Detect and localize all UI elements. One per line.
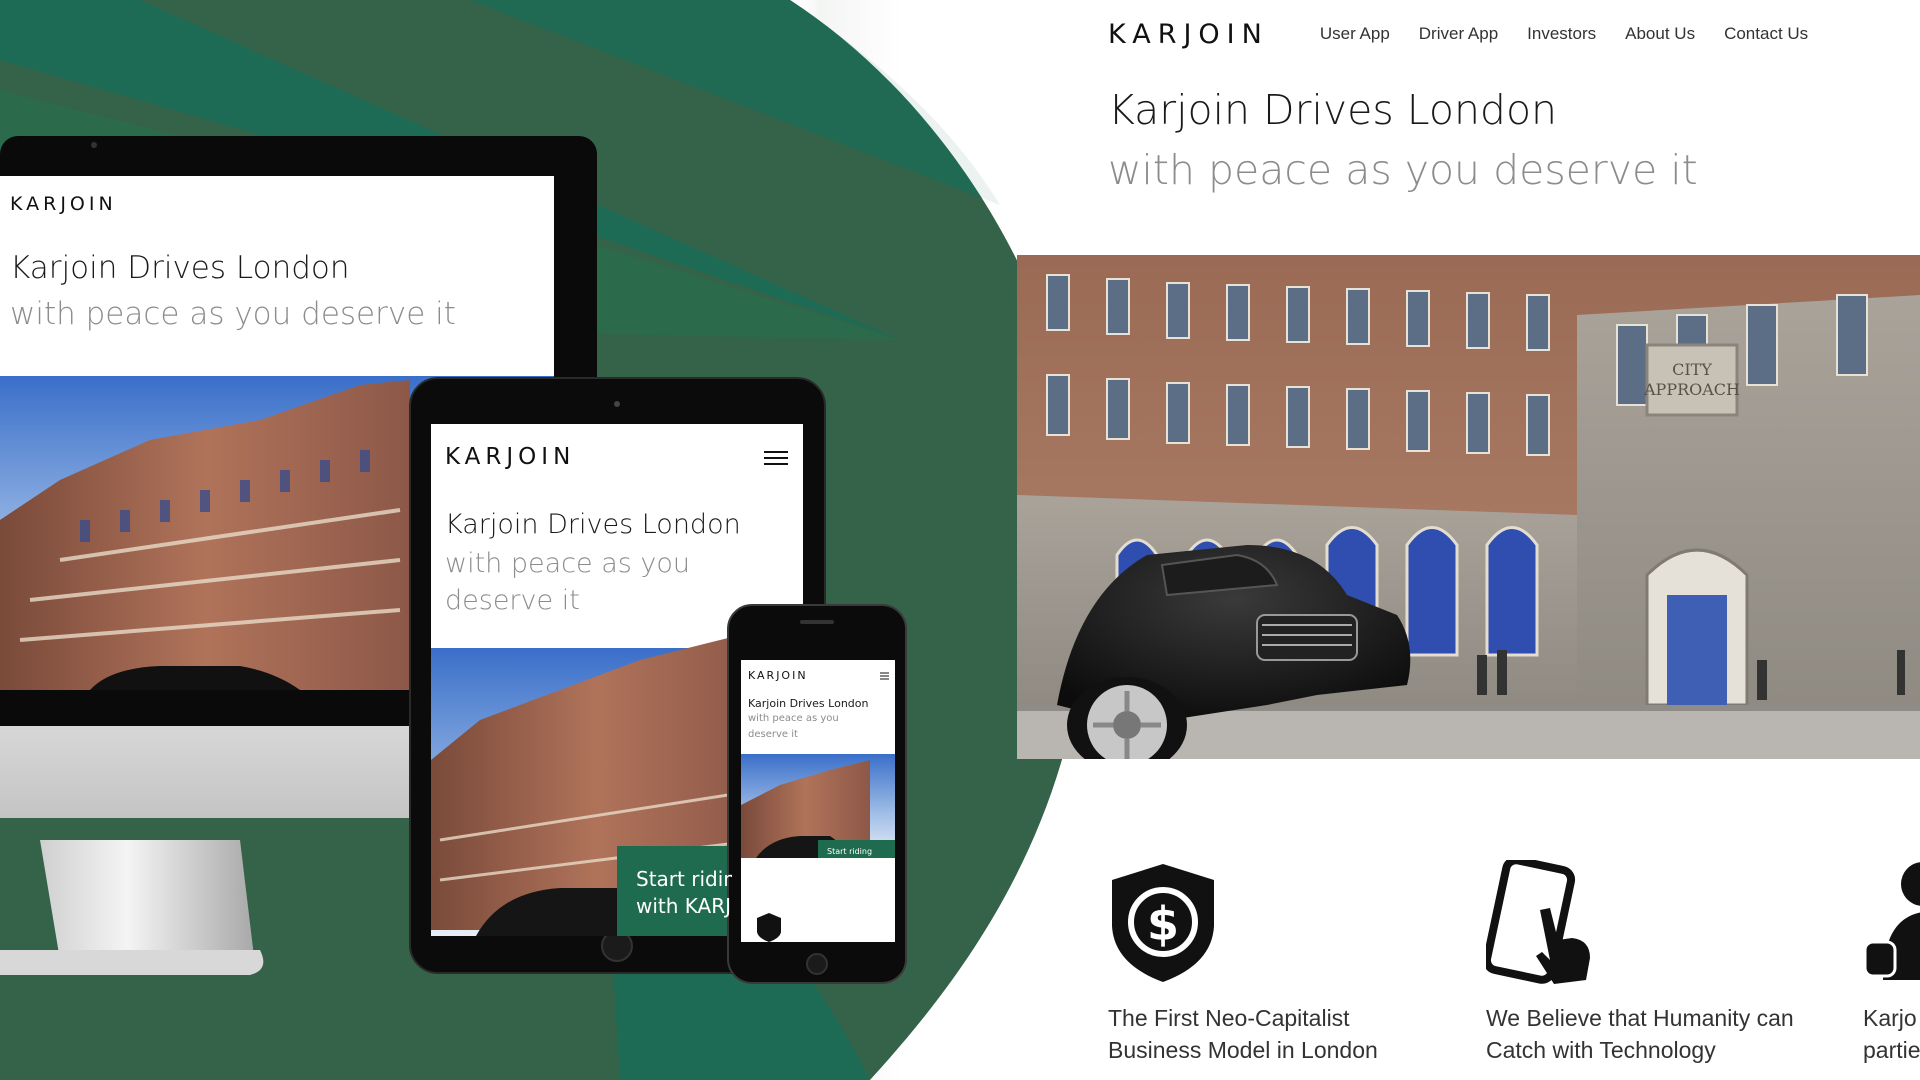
nav-contact-us[interactable]: Contact Us xyxy=(1724,24,1808,44)
desktop-logo: KARJOIN xyxy=(10,193,117,215)
feature-2-line2: Catch with Technology xyxy=(1486,1037,1716,1063)
tablet-cta-line1: Start riding xyxy=(636,867,732,891)
phone-cta-line2: with KARJOIN xyxy=(827,858,880,867)
phone-cta-line1: Start riding xyxy=(827,847,873,856)
tablet-cta-line2: with KARJOIN xyxy=(636,894,732,918)
tablet-hero-title: Karjoin Drives London xyxy=(445,509,741,540)
feature-2-line1: We Believe that Humanity can xyxy=(1486,1005,1794,1031)
main-nav: User App Driver App Investors About Us C… xyxy=(1291,24,1808,44)
sign-text: CITY xyxy=(1672,360,1712,379)
phone-mockup xyxy=(727,604,907,984)
feature-3-line1: Karjo xyxy=(1863,1005,1917,1031)
device-mockups xyxy=(0,136,907,984)
feature-1-line1: The First Neo-Capitalist xyxy=(1108,1005,1350,1031)
driver-thumbs-up-icon xyxy=(1863,862,1920,980)
phone-signup-link[interactable]: Sign up → xyxy=(852,897,882,904)
tablet-cta[interactable]: Start riding with KARJOIN xyxy=(636,866,732,926)
phone-hero-title: Karjoin Drives London xyxy=(748,697,869,710)
site-logo[interactable]: KARJOIN xyxy=(1108,19,1269,50)
feature-1-line2: Business Model in London xyxy=(1108,1037,1378,1063)
phone-hero-subtitle-2: deserve it xyxy=(748,729,798,740)
feature-3-line2: partie xyxy=(1863,1037,1920,1063)
svg-text:APPROACH: APPROACH xyxy=(1643,380,1740,399)
desktop-hero-title: Karjoin Drives London xyxy=(10,250,350,286)
tablet-hero-subtitle-2: deserve it xyxy=(445,585,580,616)
nav-driver-app[interactable]: Driver App xyxy=(1419,24,1498,44)
phone-cta[interactable]: Start riding with KARJOIN xyxy=(827,846,880,868)
phone-tap-icon xyxy=(1486,860,1590,984)
nav-user-app[interactable]: User App xyxy=(1320,24,1390,44)
phone-logo: KARJOIN xyxy=(748,669,808,682)
nav-about-us[interactable]: About Us xyxy=(1625,24,1695,44)
tablet-hero-subtitle-1: with peace as you xyxy=(445,548,691,579)
feature-card: $ The First Neo-Capitalist Business Mode… xyxy=(1108,860,1448,1066)
hero-image: CITY APPROACH xyxy=(1017,255,1920,759)
hero-title: Karjoin Drives London xyxy=(1108,86,1558,134)
tablet-logo: KARJOIN xyxy=(445,444,576,470)
hero-subtitle: with peace as you deserve it xyxy=(1108,146,1698,194)
feature-card: We Believe that Humanity can Catch with … xyxy=(1486,860,1826,1066)
svg-text:$: $ xyxy=(1147,897,1179,951)
site-header: KARJOIN User App Driver App Investors Ab… xyxy=(1108,14,1808,54)
desktop-hero-subtitle: with peace as you deserve it xyxy=(10,296,456,332)
shield-dollar-icon: $ xyxy=(1112,864,1214,982)
phone-hero-subtitle-1: with peace as you xyxy=(748,713,839,724)
feature-card: Karjo partie xyxy=(1863,860,1920,1066)
nav-investors[interactable]: Investors xyxy=(1527,24,1596,44)
